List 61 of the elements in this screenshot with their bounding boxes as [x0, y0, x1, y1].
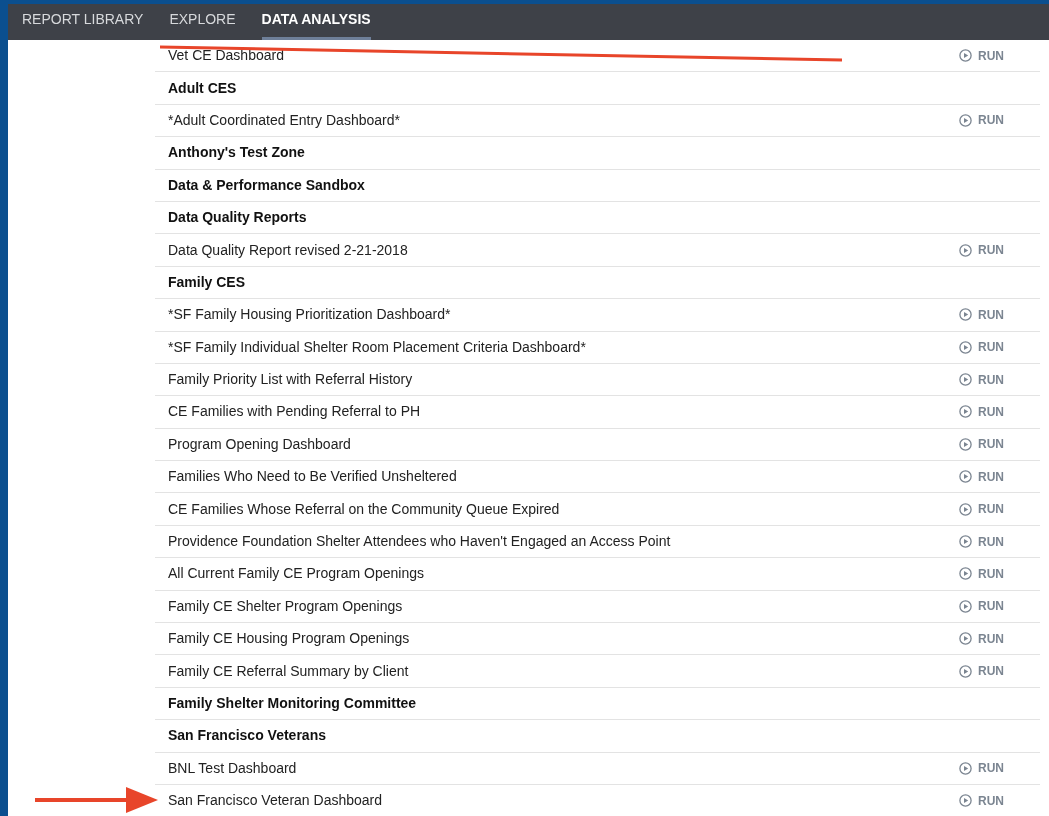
- play-icon: [959, 599, 972, 613]
- run-button[interactable]: RUN: [959, 435, 1004, 454]
- play-icon: [959, 373, 972, 387]
- play-icon: [959, 761, 972, 775]
- play-icon: [959, 502, 972, 516]
- run-button[interactable]: RUN: [959, 111, 1004, 130]
- run-button[interactable]: RUN: [959, 305, 1004, 324]
- play-icon: [959, 567, 972, 581]
- report-name[interactable]: All Current Family CE Program Openings: [168, 563, 424, 585]
- folder-heading[interactable]: Family Shelter Monitoring Committee: [168, 693, 417, 714]
- nav-tab[interactable]: DATA ANALYSIS: [261, 7, 371, 40]
- report-name[interactable]: Vet CE Dashboard: [168, 45, 284, 67]
- run-button[interactable]: RUN: [959, 532, 1004, 551]
- folder-heading[interactable]: Adult CES: [168, 77, 237, 99]
- run-button[interactable]: RUN: [959, 759, 1004, 778]
- run-button[interactable]: RUN: [959, 403, 1004, 421]
- folder-heading[interactable]: Family CES: [168, 271, 246, 293]
- nav-tab[interactable]: REPORT LIBRARY: [22, 7, 144, 40]
- run-button[interactable]: RUN: [959, 662, 1004, 681]
- report-name[interactable]: BNL Test Dashboard: [168, 757, 297, 779]
- play-icon: [959, 535, 972, 549]
- run-button[interactable]: RUN: [959, 629, 1004, 648]
- report-name[interactable]: Family Priority List with Referral History: [168, 369, 413, 391]
- report-name[interactable]: Families Who Need to Be Verified Unsheltered: [168, 466, 457, 488]
- play-icon: [959, 794, 972, 808]
- run-button[interactable]: RUN: [959, 338, 1004, 357]
- report-name[interactable]: *SF Family Housing Prioritization Dashboard*: [168, 304, 451, 326]
- play-icon: [959, 405, 972, 419]
- play-icon: [959, 632, 972, 646]
- play-icon: [959, 243, 972, 257]
- play-icon: [959, 470, 972, 484]
- report-name[interactable]: *Adult Coordinated Entry Dashboard*: [168, 109, 400, 131]
- play-icon: [959, 340, 972, 354]
- play-icon: [959, 113, 972, 127]
- run-button[interactable]: RUN: [959, 500, 1004, 519]
- run-button[interactable]: RUN: [959, 370, 1004, 389]
- run-button[interactable]: RUN: [959, 597, 1004, 616]
- folder-heading[interactable]: Anthony's Test Zone: [168, 142, 305, 164]
- play-icon: [959, 437, 972, 451]
- play-icon: [959, 664, 972, 678]
- report-name[interactable]: Data Quality Report revised 2-21-2018: [168, 239, 408, 261]
- report-name[interactable]: San Francisco Veteran Dashboard: [168, 790, 382, 812]
- report-name[interactable]: Program Opening Dashboard: [168, 433, 351, 455]
- report-name[interactable]: Family CE Referral Summary by Client: [168, 660, 409, 682]
- run-button[interactable]: RUN: [959, 46, 1004, 65]
- report-name[interactable]: Family CE Housing Program Openings: [168, 628, 410, 650]
- play-icon: [959, 49, 972, 63]
- run-button[interactable]: RUN: [959, 467, 1004, 486]
- report-name[interactable]: CE Families with Pending Referral to PH: [168, 401, 421, 423]
- report-name[interactable]: *SF Family Individual Shelter Room Placement Criteria Dashboard*: [168, 336, 586, 358]
- play-icon: [959, 308, 972, 322]
- folder-heading[interactable]: San Francisco Veterans: [168, 725, 326, 747]
- report-name[interactable]: Family CE Shelter Program Openings: [168, 595, 403, 617]
- folder-heading[interactable]: Data Quality Reports: [168, 207, 307, 229]
- nav-tab[interactable]: EXPLORE: [169, 7, 236, 40]
- run-button[interactable]: RUN: [959, 791, 1004, 810]
- folder-heading[interactable]: Data & Performance Sandbox: [168, 174, 365, 196]
- report-name[interactable]: Providence Foundation Shelter Attendees who Haven't Engaged an Access Point: [168, 531, 671, 553]
- run-button[interactable]: RUN: [959, 564, 1004, 583]
- run-button[interactable]: RUN: [959, 241, 1004, 260]
- report-name[interactable]: CE Families Whose Referral on the Community Queue Expired: [168, 498, 560, 520]
